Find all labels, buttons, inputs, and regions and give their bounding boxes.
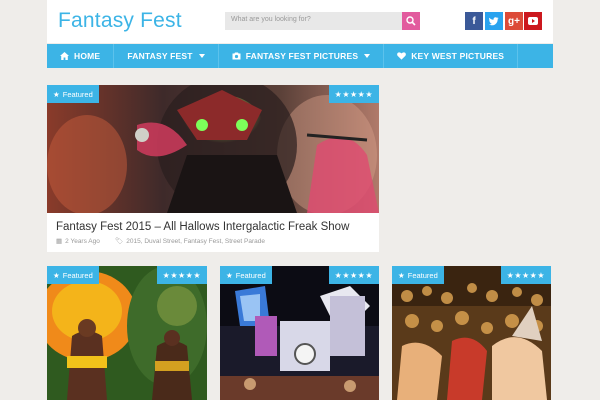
nav-item-label: KEY WEST PICTURES: [411, 51, 505, 61]
camera-icon: [232, 52, 241, 60]
grid-post-card[interactable]: ★ Featured ★★★★★: [47, 266, 207, 400]
grid-post-card[interactable]: ★ Featured ★★★★★: [220, 266, 379, 400]
chevron-down-icon: [364, 54, 371, 58]
nav-item-fantasy-fest-pictures[interactable]: FANTASY FEST PICTURES: [219, 44, 385, 68]
featured-label: Featured: [407, 270, 438, 280]
main-navigation: HOME FANTASY FEST FANTASY FEST PICTURES …: [47, 44, 553, 68]
search-icon: [406, 16, 416, 26]
heart-icon: [397, 52, 407, 60]
rating-badge: ★★★★★: [328, 85, 379, 103]
twitter-icon[interactable]: [485, 12, 503, 30]
calendar-icon: ▦: [56, 238, 63, 245]
google-plus-icon[interactable]: g+: [505, 12, 523, 30]
featured-badge: ★ Featured: [392, 266, 444, 284]
featured-badge: ★ Featured: [220, 266, 272, 284]
star-icon: ★: [53, 89, 60, 99]
tag-icon: 🏷: [115, 238, 124, 245]
featured-label: Featured: [62, 270, 93, 280]
site-logo[interactable]: Fantasy Fest: [58, 9, 182, 33]
star-icon: ★: [53, 270, 60, 280]
post-image[interactable]: [220, 266, 379, 400]
featured-post-card[interactable]: ★ Featured ★★★★★ Fantasy Fest 2015 – All…: [47, 85, 379, 252]
featured-badge: ★ Featured: [47, 85, 99, 103]
post-tags: 🏷 2015, Duval Street, Fantasy Fest, Stre…: [115, 237, 265, 246]
rating-badge: ★★★★★: [328, 266, 379, 284]
nav-item-label: FANTASY FEST: [127, 51, 193, 61]
rating-badge: ★★★★★: [500, 266, 551, 284]
site-header: Fantasy Fest What are you looking for? f…: [47, 0, 553, 43]
post-title[interactable]: Fantasy Fest 2015 – All Hallows Intergal…: [56, 221, 349, 233]
nav-item-key-west-pictures[interactable]: KEY WEST PICTURES: [384, 44, 519, 68]
post-date: ▦ 2 Years Ago: [56, 237, 100, 246]
star-icon: ★: [226, 270, 233, 280]
featured-label: Featured: [62, 89, 93, 99]
post-image[interactable]: [47, 266, 207, 400]
facebook-icon[interactable]: f: [465, 12, 483, 30]
search-input[interactable]: What are you looking for?: [225, 12, 419, 30]
featured-badge: ★ Featured: [47, 266, 99, 284]
star-icon: ★: [398, 270, 405, 280]
featured-label: Featured: [235, 270, 266, 280]
post-image[interactable]: [47, 85, 379, 213]
tags-text[interactable]: 2015, Duval Street, Fantasy Fest, Street…: [126, 238, 265, 245]
home-icon: [60, 52, 69, 60]
search-button[interactable]: [402, 12, 420, 30]
youtube-icon[interactable]: [524, 12, 542, 30]
rating-badge: ★★★★★: [156, 266, 207, 284]
chevron-down-icon: [198, 54, 205, 58]
search-placeholder: What are you looking for?: [231, 16, 311, 23]
nav-item-label: HOME: [74, 51, 101, 61]
grid-post-card[interactable]: ★ Featured ★★★★★: [392, 266, 551, 400]
nav-item-label: FANTASY FEST PICTURES: [245, 51, 359, 61]
nav-item-home[interactable]: HOME: [47, 44, 115, 68]
nav-item-fantasy-fest[interactable]: FANTASY FEST: [114, 44, 219, 68]
post-image[interactable]: [392, 266, 551, 400]
